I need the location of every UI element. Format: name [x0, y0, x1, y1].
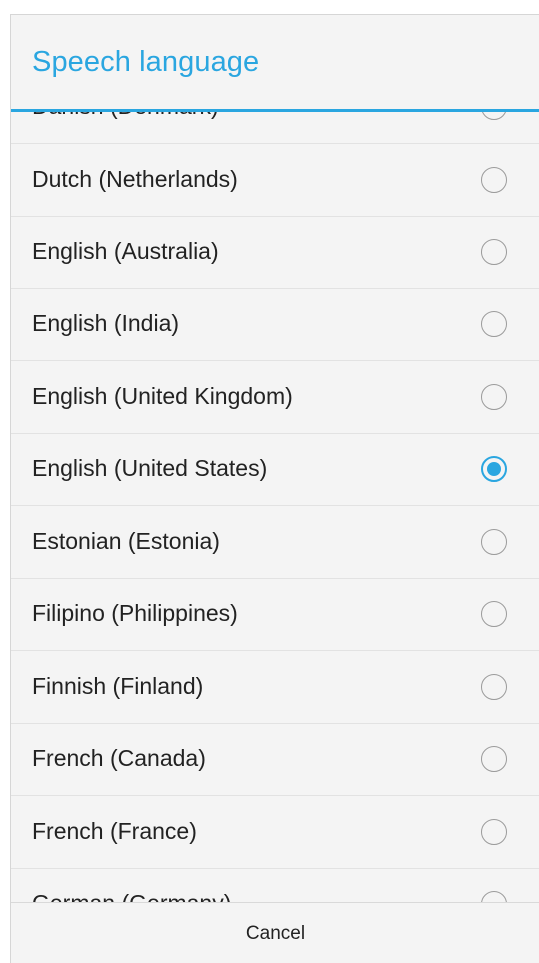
language-option-label: English (United States)	[32, 455, 268, 481]
radio-button[interactable]	[481, 819, 507, 845]
radio-button[interactable]	[481, 384, 507, 410]
language-option-label: Dutch (Netherlands)	[32, 166, 238, 192]
language-option-french-france[interactable]: French (France)	[11, 797, 539, 869]
language-option-french-canada[interactable]: French (Canada)	[11, 724, 539, 796]
radio-button[interactable]	[481, 529, 507, 555]
language-option-english-united-states[interactable]: English (United States)	[11, 434, 539, 506]
radio-button[interactable]	[481, 601, 507, 627]
radio-button[interactable]	[481, 674, 507, 700]
cancel-button[interactable]: Cancel	[11, 903, 539, 963]
language-option-label: French (Canada)	[32, 745, 206, 771]
dialog-footer: Cancel	[11, 902, 539, 963]
language-option-label: English (Australia)	[32, 238, 219, 264]
language-option-english-india[interactable]: English (India)	[11, 289, 539, 361]
radio-button[interactable]	[481, 167, 507, 193]
language-option-label: English (India)	[32, 310, 180, 336]
language-option-label: Finnish (Finland)	[32, 673, 204, 699]
language-option-label: English (United Kingdom)	[32, 383, 293, 409]
radio-button[interactable]	[481, 239, 507, 265]
radio-button[interactable]	[481, 311, 507, 337]
dialog-title: Speech language	[32, 46, 260, 78]
language-option-finnish-finland[interactable]: Finnish (Finland)	[11, 652, 539, 724]
language-option-label: Filipino (Philippines)	[32, 600, 238, 626]
language-list[interactable]: Danish (Denmark) Dutch (Netherlands) Eng…	[11, 15, 539, 963]
language-option-filipino-philippines[interactable]: Filipino (Philippines)	[11, 579, 539, 651]
language-option-english-united-kingdom[interactable]: English (United Kingdom)	[11, 362, 539, 434]
radio-button-selected[interactable]	[481, 456, 507, 482]
title-divider	[11, 109, 539, 112]
speech-language-dialog: Speech language Danish (Denmark) Dutch (…	[10, 14, 539, 963]
language-option-dutch-netherlands[interactable]: Dutch (Netherlands)	[11, 145, 539, 217]
radio-button[interactable]	[481, 746, 507, 772]
language-option-label: Estonian (Estonia)	[32, 528, 220, 554]
language-option-english-australia[interactable]: English (Australia)	[11, 217, 539, 289]
dialog-header: Speech language	[11, 15, 539, 111]
language-option-label: French (France)	[32, 818, 197, 844]
language-option-estonian-estonia[interactable]: Estonian (Estonia)	[11, 507, 539, 579]
